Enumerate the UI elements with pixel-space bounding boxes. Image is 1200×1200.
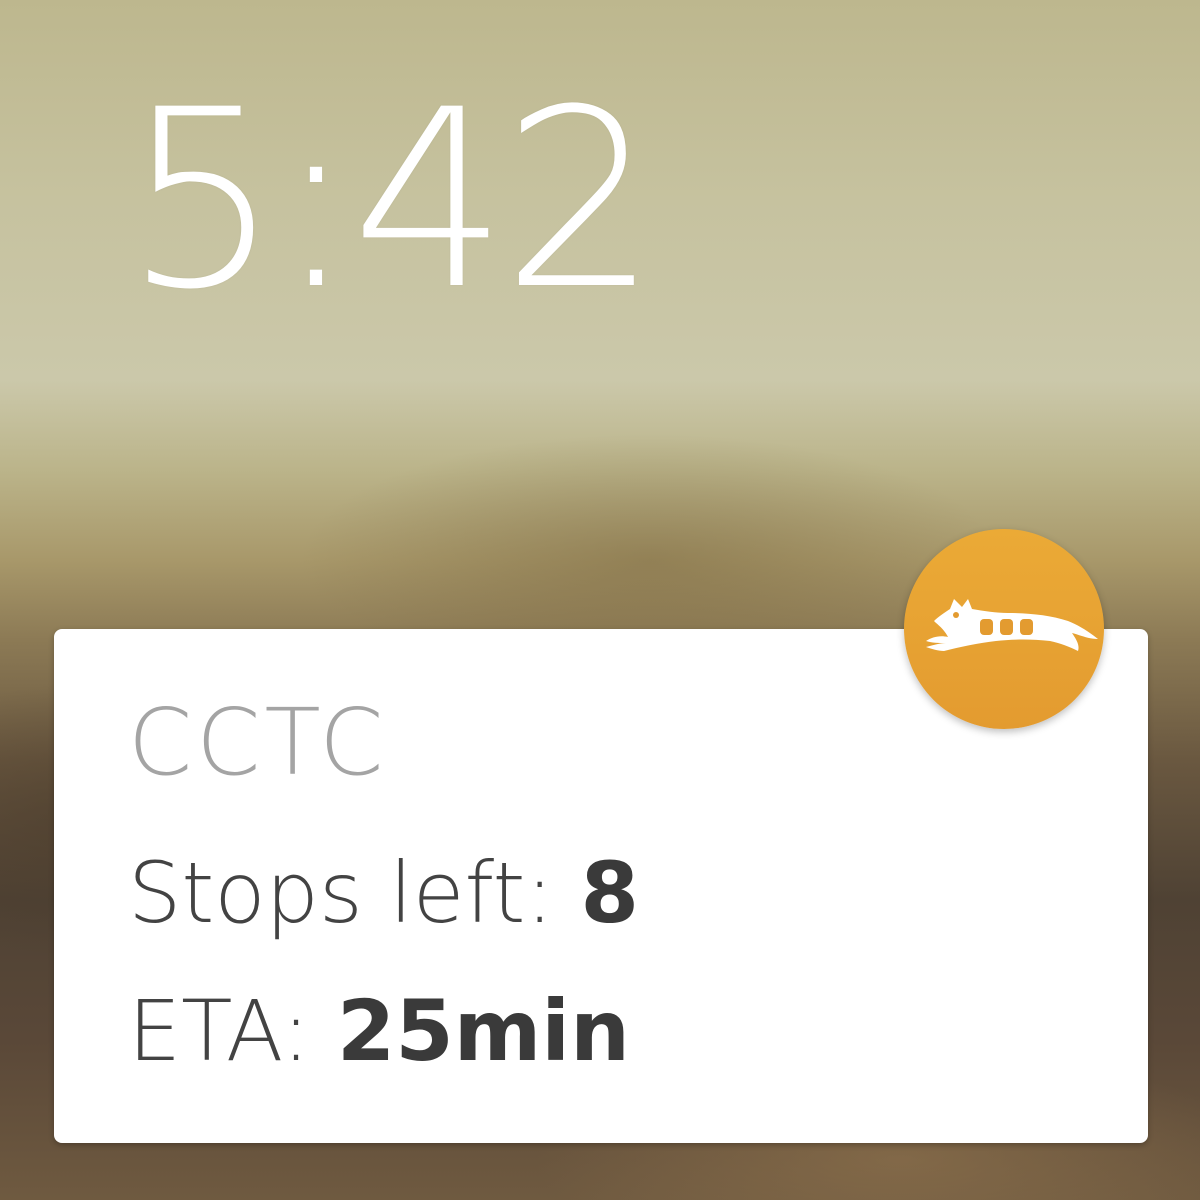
stops-left-value: 8 (580, 844, 639, 942)
clock-time: 5:42 (124, 58, 658, 344)
eta-value: 25min (336, 982, 630, 1080)
notification-title: CCTC (128, 689, 388, 796)
eta-label: ETA: (128, 982, 311, 1080)
cat-bus-icon (926, 599, 1098, 651)
stops-left-label: Stops left: (128, 844, 554, 942)
app-badge[interactable] (904, 529, 1104, 729)
eta-line: ETA: 25min (128, 989, 630, 1073)
stops-left-line: Stops left: 8 (128, 851, 639, 935)
